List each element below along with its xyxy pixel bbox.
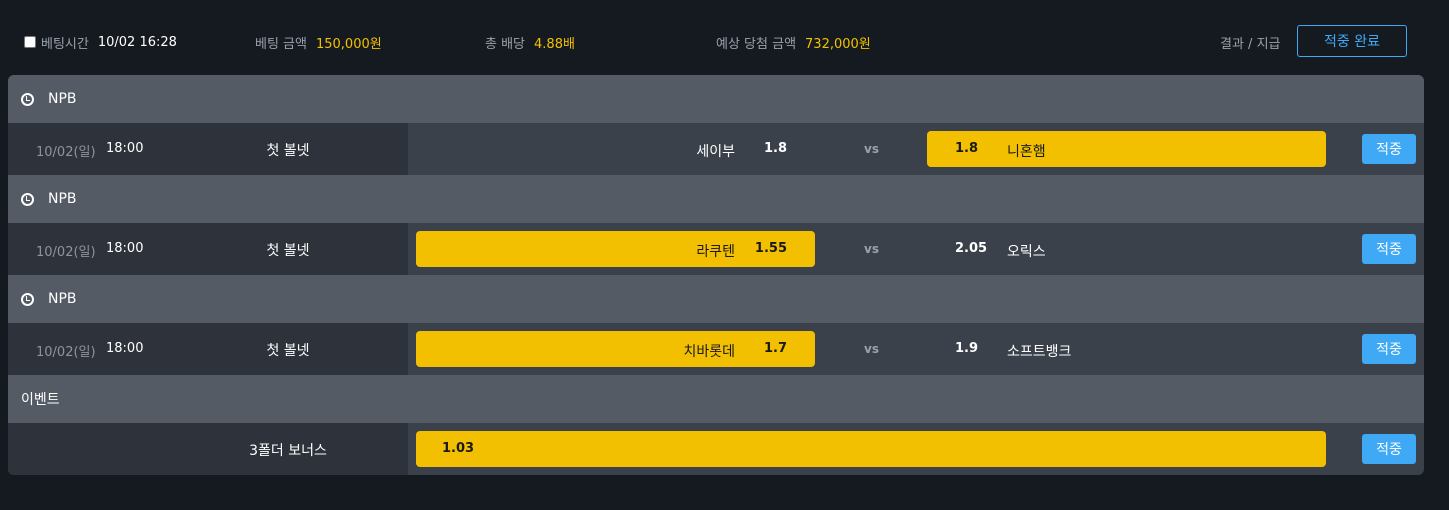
match-time: 18:00 [106,241,144,256]
bet-row: 10/02(일) 18:00 첫 볼넷 치바롯데 1.7 vs 1.9 소프트뱅… [8,323,1424,375]
bet-row: 10/02(일) 18:00 첫 볼넷 세이부 1.8 vs 1.8 니혼햄 적… [8,123,1424,175]
away-selection[interactable]: 1.9 소프트뱅크 [927,331,1326,367]
home-odds: 1.8 [763,141,787,156]
result-payout-label: 결과 / 지급 [1220,37,1281,52]
event-title: 이벤트 [21,392,60,408]
event-row: 3폴더 보너스 1.03 적중 [8,423,1424,475]
event-market: 3폴더 보너스 [249,443,327,459]
away-selection[interactable]: 2.05 오릭스 [927,231,1326,267]
match-info: 10/02(일) 18:00 첫 볼넷 [8,223,408,275]
away-team: 소프트뱅크 [1007,344,1072,360]
match-info: 10/02(일) 18:00 첫 볼넷 [8,123,408,175]
hit-status-button[interactable]: 적중 [1362,134,1416,164]
league-name: NPB [48,191,77,207]
match-time: 18:00 [106,141,144,156]
away-team: 오릭스 [1007,244,1046,260]
hit-status-button[interactable]: 적중 [1362,434,1416,464]
match-time: 18:00 [106,341,144,356]
home-team: 라쿠텐 [696,244,735,260]
event-info: 3폴더 보너스 [8,423,408,475]
bet-slip-panel: NPB 10/02(일) 18:00 첫 볼넷 세이부 1.8 vs 1.8 니… [8,75,1424,475]
league-header: NPB [8,275,1424,323]
bet-time-value: 10/02 16:28 [97,34,177,50]
expected-win-value: 732,000원 [805,36,871,52]
league-name: NPB [48,91,77,107]
select-checkbox[interactable] [24,36,36,48]
event-selection[interactable]: 1.03 [416,431,1326,467]
soccer-ball-icon [21,192,34,206]
home-selection[interactable]: 세이부 1.8 [416,131,815,167]
hit-status-button[interactable]: 적중 [1362,234,1416,264]
event-header: 이벤트 [8,375,1424,423]
expected-win-label: 예상 당첨 금액 [716,36,797,52]
market-name: 첫 볼넷 [266,243,310,259]
away-team: 니혼햄 [1007,144,1046,160]
home-team: 치바롯데 [683,344,735,360]
away-odds: 2.05 [955,241,988,256]
expected-win: 예상 당첨 금액 732,000원 [716,33,871,52]
match-info: 10/02(일) 18:00 첫 볼넷 [8,323,408,375]
total-odds: 총 배당 4.88배 [485,33,575,52]
away-selection[interactable]: 1.8 니혼햄 [927,131,1326,167]
home-team: 세이부 [696,144,735,160]
hit-complete-button[interactable]: 적중 완료 [1297,25,1407,57]
match-date: 10/02(일) [36,245,96,260]
total-odds-label: 총 배당 [485,36,526,52]
soccer-ball-icon [21,292,34,306]
match-date: 10/02(일) [36,145,96,160]
vs-label: vs [864,142,879,156]
bet-amount-label: 베팅 금액 [255,36,307,52]
bet-amount: 베팅 금액 150,000원 [255,33,382,52]
vs-label: vs [864,242,879,256]
home-selection[interactable]: 치바롯데 1.7 [416,331,815,367]
home-odds: 1.7 [763,341,787,356]
vs-label: vs [864,342,879,356]
bet-time-label: 베팅시간 [41,36,89,52]
bet-amount-value: 150,000원 [315,36,382,52]
bet-summary-bar: 베팅시간 10/02 16:28 베팅 금액 150,000원 총 배당 4.8… [0,0,1449,78]
bet-time: 베팅시간 10/02 16:28 [24,33,177,52]
away-odds: 1.8 [955,141,979,156]
bet-row: 10/02(일) 18:00 첫 볼넷 라쿠텐 1.55 vs 2.05 오릭스… [8,223,1424,275]
league-header: NPB [8,75,1424,123]
league-header: NPB [8,175,1424,223]
home-selection[interactable]: 라쿠텐 1.55 [416,231,815,267]
total-odds-value: 4.88배 [534,36,575,52]
event-odds: 1.03 [442,441,475,456]
market-name: 첫 볼넷 [266,143,310,159]
market-name: 첫 볼넷 [266,343,310,359]
hit-status-button[interactable]: 적중 [1362,334,1416,364]
match-date: 10/02(일) [36,345,96,360]
away-odds: 1.9 [955,341,979,356]
soccer-ball-icon [21,92,34,106]
home-odds: 1.55 [754,241,787,256]
league-name: NPB [48,291,77,307]
